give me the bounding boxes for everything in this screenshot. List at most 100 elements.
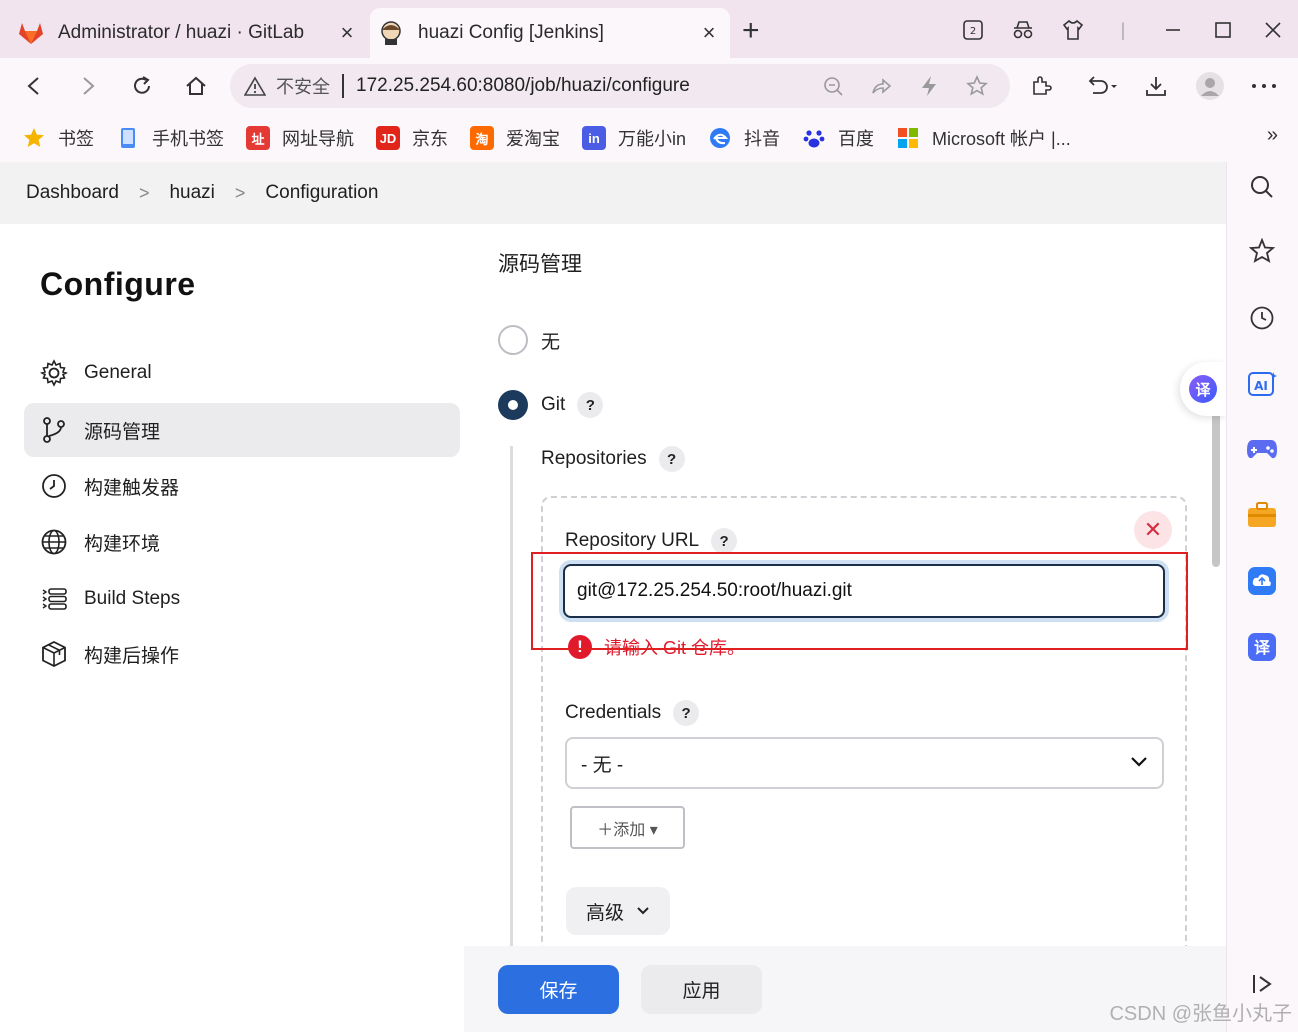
browser-toolbar: 不安全 172.25.254.60:8080/job/huazi/configu… <box>0 58 1298 114</box>
bookmark-item[interactable]: 手机书签 <box>116 125 224 151</box>
bookmark-label: 抖音 <box>744 129 781 149</box>
star-icon <box>22 126 46 150</box>
sidebar-item-label: 构建触发器 <box>84 477 180 499</box>
breadcrumb: Dashboard > huazi > Configuration <box>0 162 1226 224</box>
help-icon[interactable]: ? <box>673 700 700 726</box>
breadcrumb-job[interactable]: huazi <box>169 182 214 204</box>
minimize-icon[interactable] <box>1148 12 1198 48</box>
url-text[interactable]: 172.25.254.60:8080/job/huazi/configure <box>356 75 816 97</box>
separator-icon: | <box>1120 19 1126 40</box>
taobao-icon: 淘 <box>470 126 494 150</box>
sidebar-item-triggers[interactable]: 构建触发器 <box>24 459 460 513</box>
bookmark-item[interactable]: 淘 爱淘宝 <box>470 125 560 151</box>
sidebar-item-post-build[interactable]: 构建后操作 <box>24 627 460 681</box>
collapse-panel-icon[interactable] <box>1245 967 1279 1001</box>
bookmark-item[interactable]: JD 京东 <box>376 125 448 151</box>
sidebar-item-scm[interactable]: 源码管理 <box>24 403 460 457</box>
lightning-icon[interactable] <box>912 71 946 101</box>
address-bar[interactable]: 不安全 172.25.254.60:8080/job/huazi/configu… <box>230 64 1010 108</box>
search-icon[interactable] <box>1245 170 1279 204</box>
remove-repository-icon[interactable]: ✕ <box>1134 511 1172 549</box>
watermark: CSDN @张鱼小丸子 <box>1109 1003 1292 1025</box>
sidebar-item-label: 构建环境 <box>84 533 161 555</box>
back-icon[interactable] <box>16 68 52 104</box>
incognito-icon[interactable] <box>998 12 1048 48</box>
toolbox-icon[interactable] <box>1245 498 1279 532</box>
help-icon[interactable]: ? <box>577 392 604 418</box>
translate-icon[interactable]: 译 <box>1245 630 1279 664</box>
bookmark-label: 万能小in <box>618 129 687 149</box>
new-tab-button[interactable]: + <box>742 16 760 46</box>
save-button[interactable]: 保存 <box>498 965 619 1014</box>
share-icon[interactable] <box>864 71 898 101</box>
ai-assistant-icon[interactable]: AI <box>1245 367 1279 401</box>
more-menu-icon[interactable] <box>1246 68 1282 104</box>
credentials-selected-value: - 无 - <box>581 754 624 776</box>
history-icon[interactable] <box>1245 301 1279 335</box>
breadcrumb-dashboard[interactable]: Dashboard <box>26 182 119 204</box>
home-icon[interactable] <box>178 68 214 104</box>
help-icon[interactable]: ? <box>658 446 685 472</box>
warning-icon[interactable] <box>244 76 266 96</box>
repositories-label: Repositories ? <box>541 446 685 472</box>
translate-floating-button[interactable]: 译 <box>1180 362 1226 416</box>
gitlab-icon <box>18 20 44 46</box>
apply-button[interactable]: 应用 <box>641 965 762 1014</box>
annotation-underline <box>538 648 790 650</box>
bookmark-item[interactable]: 百度 <box>802 125 874 151</box>
bookmarks-bar: 书签 手机书签 址 网址导航 JD 京东 淘 爱淘宝 in 万能小in 抖音 百… <box>0 114 1298 162</box>
bookmark-item[interactable]: 抖音 <box>708 125 780 151</box>
radio-button-checked[interactable] <box>498 390 528 420</box>
window-close-icon[interactable] <box>1248 12 1298 48</box>
tab-jenkins[interactable]: huazi Config [Jenkins] × <box>370 8 730 58</box>
sidebar-item-general[interactable]: General <box>24 346 460 400</box>
bookmark-label: 网址导航 <box>282 129 354 149</box>
maximize-icon[interactable] <box>1198 12 1248 48</box>
profile-avatar-icon[interactable] <box>1192 68 1228 104</box>
tab-count-icon[interactable]: 2 <box>948 12 998 48</box>
package-icon <box>40 640 68 668</box>
add-credentials-button[interactable]: ＋添加 ▾ <box>570 806 685 849</box>
advanced-button[interactable]: 高级 <box>566 887 670 935</box>
chevron-right-double-icon[interactable]: » <box>1267 124 1278 147</box>
close-icon[interactable]: × <box>332 20 362 46</box>
bookmark-item[interactable]: Microsoft 帐户 |... <box>896 125 1071 151</box>
forward-icon[interactable] <box>70 68 106 104</box>
bookmark-label: 书签 <box>58 129 94 149</box>
annotation-highlight-box <box>531 552 1188 650</box>
close-icon[interactable]: × <box>694 20 724 46</box>
reload-icon[interactable] <box>124 68 160 104</box>
cloud-upload-icon[interactable] <box>1245 564 1279 598</box>
list-icon <box>40 585 68 613</box>
breadcrumb-configuration[interactable]: Configuration <box>265 182 378 204</box>
phone-icon <box>116 126 140 150</box>
download-icon[interactable] <box>1138 68 1174 104</box>
game-controller-icon[interactable] <box>1245 432 1279 466</box>
address-divider <box>342 74 344 98</box>
jenkins-icon <box>378 20 404 46</box>
extensions-icon[interactable] <box>1024 68 1060 104</box>
jenkins-page: Dashboard > huazi > Configuration Config… <box>0 162 1226 1032</box>
zoom-out-icon[interactable] <box>816 71 850 101</box>
scm-option-git[interactable]: Git ? <box>498 390 604 420</box>
bookmark-item[interactable]: 书签 <box>22 125 94 151</box>
shirt-icon[interactable] <box>1048 12 1098 48</box>
favorites-icon[interactable] <box>1245 234 1279 268</box>
sidebar-item-build-steps[interactable]: Build Steps <box>24 572 460 626</box>
favorite-star-icon[interactable] <box>960 71 994 101</box>
tab-gitlab[interactable]: Administrator / huazi · GitLab × <box>10 8 368 58</box>
tab-title: huazi Config [Jenkins] <box>418 22 604 43</box>
bookmark-item[interactable]: in 万能小in <box>582 125 686 151</box>
repository-url-label: Repository URL ? <box>565 528 738 554</box>
page-title: Configure <box>40 266 196 302</box>
scm-option-none[interactable]: 无 <box>498 325 560 355</box>
undo-icon[interactable] <box>1080 68 1124 104</box>
credentials-select[interactable]: - 无 - <box>565 737 1164 789</box>
sidebar-item-environment[interactable]: 构建环境 <box>24 515 460 569</box>
sidebar-item-label: 源码管理 <box>84 421 161 443</box>
bookmark-item[interactable]: 址 网址导航 <box>246 125 354 151</box>
address-actions <box>816 71 994 101</box>
radio-button[interactable] <box>498 325 528 355</box>
help-icon[interactable]: ? <box>711 528 738 554</box>
robot-icon: in <box>582 126 606 150</box>
